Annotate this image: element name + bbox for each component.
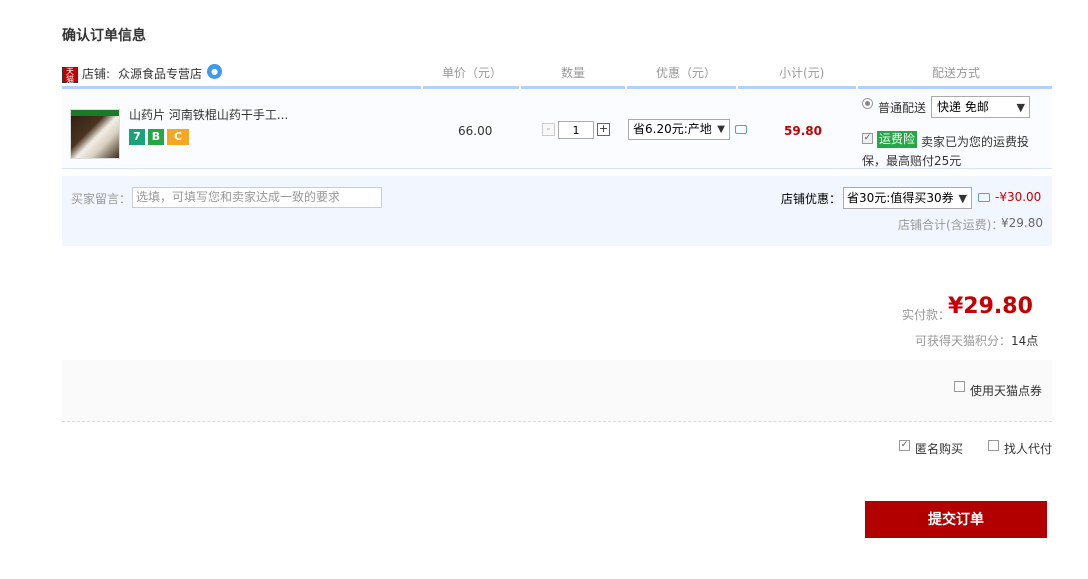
normal-delivery-radio[interactable] — [862, 98, 873, 109]
col-delivery: 配送方式 — [932, 66, 981, 80]
shop-coupon-select[interactable]: 省30元:值得买30券 ▼ — [843, 187, 972, 209]
shipping-insurance-badge: 运费险 — [877, 131, 918, 148]
credit-card-icon[interactable]: C — [167, 129, 189, 145]
shop-total-label: 店铺合计(含运费)： — [898, 218, 1004, 232]
buyer-note-input[interactable]: 选填，可填写您和卖家达成一致的要求 — [132, 187, 382, 208]
seven-day-return-icon[interactable]: 7 — [129, 129, 145, 145]
shop-total-value: ¥29.80 — [1001, 216, 1043, 230]
shop-name-link[interactable]: 众源食品专营店 — [118, 65, 202, 82]
shop-coupon-amount: -¥30.00 — [995, 190, 1042, 204]
col-discount: 优惠（元） — [656, 66, 717, 80]
normal-delivery-label: 普通配送 — [878, 101, 927, 115]
message-icon[interactable] — [735, 125, 747, 134]
product-title-link[interactable]: 山药片 河南铁棍山药干手工... — [129, 106, 288, 123]
shop-label: 店铺: — [82, 67, 111, 81]
quantity-input[interactable] — [558, 121, 594, 139]
buyer-note-label: 买家留言： — [71, 192, 132, 206]
item-subtotal: 59.80 — [784, 124, 822, 138]
item-discount-select[interactable]: 省6.20元:产地 ▼ — [628, 119, 730, 140]
shop-coupon-value: 省30元:值得买30券 — [847, 191, 954, 205]
tmall-coupon-section — [62, 360, 1052, 422]
guarantee-icon[interactable]: B — [148, 129, 164, 145]
proxy-payment-label: 找人代付 — [1004, 442, 1053, 456]
qty-minus-button[interactable]: - — [542, 123, 555, 136]
tmall-shop-icon: 天猫 — [62, 67, 78, 84]
chevron-down-icon: ▼ — [958, 192, 967, 205]
shipping-method-value: 快递 免邮 — [937, 100, 989, 114]
chevron-down-icon: ▼ — [1016, 101, 1025, 114]
actual-payment-label: 实付款： — [902, 308, 951, 322]
shop-coupon-label: 店铺优惠： — [781, 192, 842, 206]
submit-order-button[interactable]: 提交订单 — [865, 501, 1047, 538]
actual-payment-amount: ¥29.80 — [948, 294, 1033, 319]
shipping-method-select[interactable]: 快递 免邮 ▼ — [931, 96, 1030, 118]
tmall-coupon-label: 使用天猫点券 — [970, 384, 1043, 398]
anonymous-purchase-label: 匿名购买 — [915, 442, 964, 456]
col-unit-price: 单价（元） — [442, 66, 503, 80]
insurance-text-line2: 保，最高赔付25元 — [862, 154, 962, 168]
product-thumbnail[interactable] — [70, 109, 120, 159]
col-quantity: 数量 — [561, 66, 586, 80]
insurance-text: 卖家已为您的运费投 — [921, 135, 1030, 149]
shipping-insurance-checkbox[interactable]: ✓ — [862, 133, 873, 144]
message-icon[interactable] — [978, 193, 990, 202]
product-thumbnail-band — [71, 110, 119, 116]
tmall-coupon-checkbox[interactable] — [954, 381, 965, 392]
proxy-payment-checkbox[interactable] — [988, 440, 999, 451]
points-value: 14点 — [1011, 334, 1039, 348]
wangwang-chat-icon[interactable]: ● — [207, 64, 222, 79]
chevron-down-icon: ▼ — [717, 124, 725, 135]
unit-price: 66.00 — [458, 124, 493, 138]
points-label: 可获得天猫积分： — [915, 334, 1012, 348]
qty-plus-button[interactable]: + — [597, 123, 610, 136]
anonymous-purchase-checkbox[interactable]: ✓ — [899, 440, 910, 451]
page-title: 确认订单信息 — [62, 28, 146, 44]
item-discount-value: 省6.20元:产地 — [633, 122, 712, 136]
col-subtotal: 小计(元) — [779, 66, 825, 80]
